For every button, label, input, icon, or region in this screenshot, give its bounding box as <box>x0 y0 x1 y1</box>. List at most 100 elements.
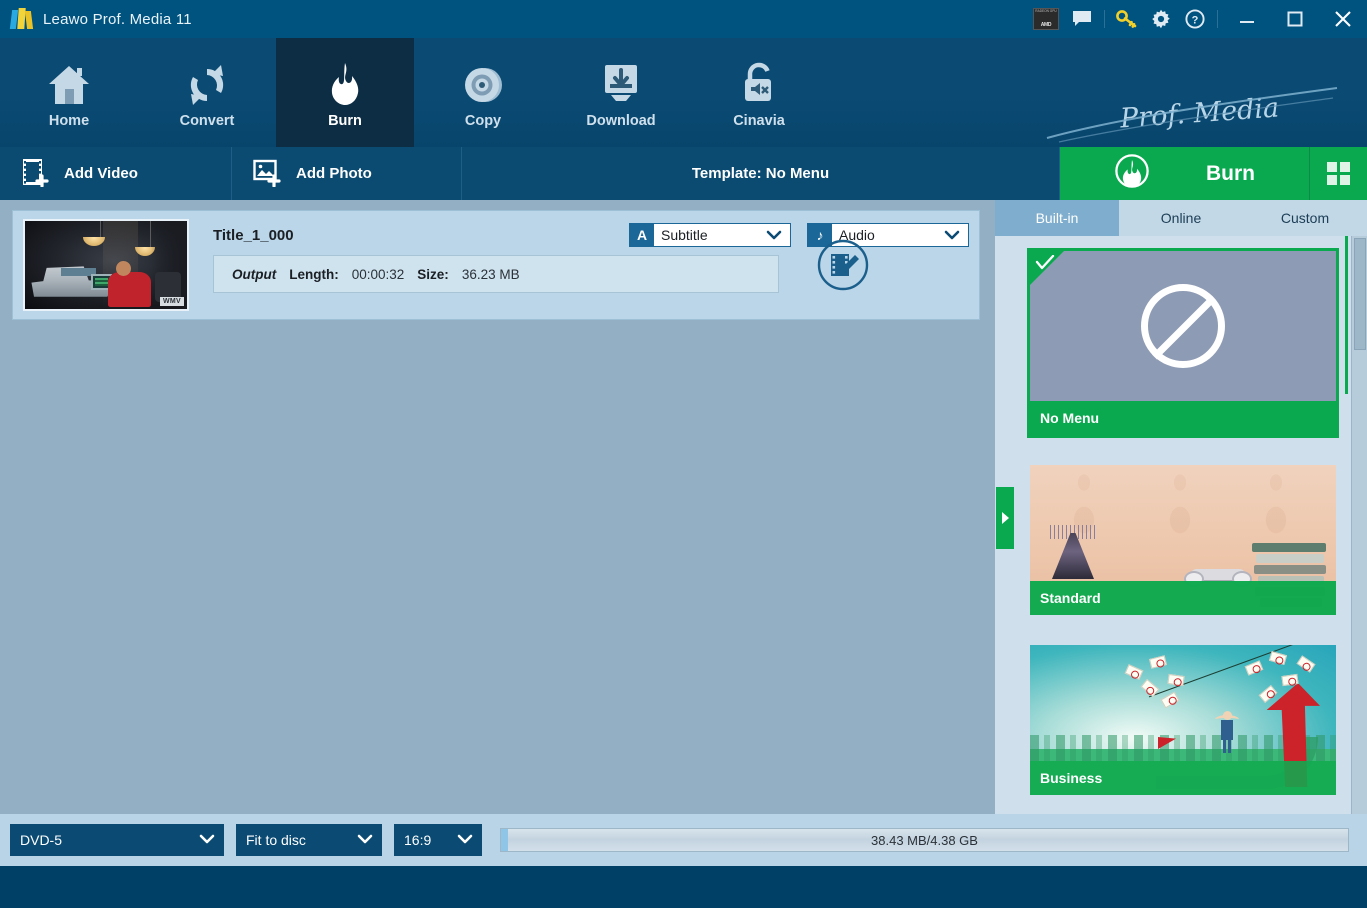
video-thumbnail: WMV <box>23 219 189 311</box>
video-edit-icon[interactable] <box>817 239 869 291</box>
help-circle-icon[interactable]: ? <box>1178 0 1212 38</box>
unlock-mute-icon <box>737 57 781 107</box>
size-label: Size: <box>417 266 449 282</box>
template-scrollbar[interactable] <box>1351 236 1367 814</box>
template-name: Business <box>1030 761 1336 795</box>
output-label: Output <box>232 266 277 282</box>
chevron-down-icon <box>766 228 782 247</box>
download-monitor-icon <box>598 57 644 107</box>
close-icon[interactable] <box>1319 0 1367 38</box>
application-window: Leawo Prof. Media 11 RADEON GPU AMD ? Ho… <box>0 0 1367 908</box>
disc-type-select[interactable]: DVD-5 <box>10 824 224 856</box>
template-list: No Menu Standard Business <box>995 236 1367 814</box>
aspect-ratio-select[interactable]: 16:9 <box>394 824 482 856</box>
title-bar-controls: RADEON GPU AMD ? <box>1031 0 1367 38</box>
flame-icon <box>323 57 367 107</box>
chevron-down-icon <box>357 832 373 849</box>
template-preview: Business <box>1030 645 1336 795</box>
aspect-ratio-value: 16:9 <box>404 832 432 848</box>
minimize-icon[interactable] <box>1223 0 1271 38</box>
key-icon[interactable] <box>1110 0 1144 38</box>
tab-label: Built-in <box>1035 210 1079 226</box>
thumbnail-watermark: WMV <box>159 297 184 306</box>
chevron-down-icon <box>199 832 215 849</box>
divider <box>1104 10 1105 28</box>
collapse-panel-arrow-icon[interactable] <box>996 487 1014 549</box>
fit-mode-select[interactable]: Fit to disc <box>236 824 382 856</box>
media-list: WMV Title_1_000 A Subtitle ♪ Audio Outpu… <box>0 200 995 814</box>
add-video-button[interactable]: Add Video <box>0 147 232 200</box>
status-bar <box>0 866 1367 908</box>
nav-label: Burn <box>328 112 362 129</box>
subtitle-select[interactable]: A Subtitle <box>629 223 791 247</box>
size-value: 36.23 MB <box>461 266 520 282</box>
video-item-details: Title_1_000 A Subtitle ♪ Audio Output Le… <box>213 219 969 311</box>
gear-icon[interactable] <box>1144 0 1178 38</box>
template-name: No Menu <box>1030 401 1336 435</box>
main-navigation: Home Convert Burn Copy Download Cinavia … <box>0 38 1367 147</box>
add-video-label: Add Video <box>64 165 138 182</box>
template-status[interactable]: Template: No Menu <box>462 147 1060 200</box>
grid-view-icon[interactable] <box>1310 147 1367 200</box>
svg-text:?: ? <box>1192 15 1199 27</box>
output-info-box: Output Length: 00:00:32 Size: 36.23 MB <box>213 255 779 293</box>
nav-item-copy[interactable]: Copy <box>414 38 552 147</box>
nav-item-cinavia[interactable]: Cinavia <box>690 38 828 147</box>
add-photo-button[interactable]: Add Photo <box>232 147 462 200</box>
video-list-item[interactable]: WMV Title_1_000 A Subtitle ♪ Audio Outpu… <box>12 210 980 320</box>
template-panel: Built-in Online Custom No Menu Standard … <box>995 200 1367 814</box>
subtitle-value: Subtitle <box>661 227 708 243</box>
video-title: Title_1_000 <box>213 226 294 244</box>
template-card-standard[interactable]: Standard <box>1027 462 1339 618</box>
amd-badge-bottom-text: AMD <box>1040 22 1052 28</box>
film-add-icon <box>20 157 50 191</box>
length-value: 00:00:32 <box>351 266 405 282</box>
chevron-down-icon <box>944 228 960 247</box>
capacity-bar: 38.43 MB/4.38 GB <box>500 828 1349 852</box>
subtitle-icon: A <box>630 224 654 246</box>
template-tabs: Built-in Online Custom <box>995 200 1367 236</box>
nav-item-burn[interactable]: Burn <box>276 38 414 147</box>
amd-gpu-badge-icon[interactable]: RADEON GPU AMD <box>1031 0 1065 38</box>
tab-label: Online <box>1160 210 1202 226</box>
template-preview: Standard <box>1030 465 1336 615</box>
action-toolbar: Add Video Add Photo Template: No Menu Bu… <box>0 147 1367 200</box>
convert-refresh-icon <box>185 57 229 107</box>
brand-logo: Prof. Media <box>1037 38 1367 147</box>
nav-item-convert[interactable]: Convert <box>138 38 276 147</box>
add-photo-label: Add Photo <box>296 165 372 182</box>
template-card-business[interactable]: Business <box>1027 642 1339 798</box>
nav-item-home[interactable]: Home <box>0 38 138 147</box>
tab-label: Custom <box>1280 210 1330 226</box>
length-label: Length: <box>289 266 339 282</box>
nav-item-download[interactable]: Download <box>552 38 690 147</box>
scrollbar-thumb[interactable] <box>1354 238 1366 350</box>
tab-online[interactable]: Online <box>1119 200 1243 236</box>
disc-icon <box>461 57 505 107</box>
nav-label: Convert <box>179 112 235 129</box>
capacity-label: 38.43 MB/4.38 GB <box>871 832 978 848</box>
template-card-no-menu[interactable]: No Menu <box>1027 248 1339 438</box>
nav-label: Download <box>586 112 656 129</box>
capacity-fill <box>501 829 509 851</box>
chat-bubble-icon[interactable] <box>1065 0 1099 38</box>
leawo-logo-icon <box>9 8 34 30</box>
maximize-icon[interactable] <box>1271 0 1319 38</box>
image-add-icon <box>252 157 282 191</box>
burn-button-label: Burn <box>1206 161 1255 185</box>
tab-custom[interactable]: Custom <box>1243 200 1367 236</box>
chevron-down-icon <box>457 832 473 849</box>
nav-label: Cinavia <box>733 112 785 129</box>
divider <box>1217 10 1218 28</box>
disc-type-value: DVD-5 <box>20 832 63 848</box>
flame-circle-icon <box>1114 153 1150 194</box>
tab-built-in[interactable]: Built-in <box>995 200 1119 236</box>
template-preview <box>1030 251 1336 401</box>
amd-badge-top-text: RADEON GPU <box>1035 9 1057 13</box>
tightrope-figure-icon <box>1215 711 1239 753</box>
nav-label: Copy <box>464 112 502 129</box>
fit-mode-value: Fit to disc <box>246 832 306 848</box>
no-entry-icon <box>1141 284 1225 368</box>
burn-button[interactable]: Burn <box>1060 147 1310 200</box>
home-icon <box>46 57 92 107</box>
